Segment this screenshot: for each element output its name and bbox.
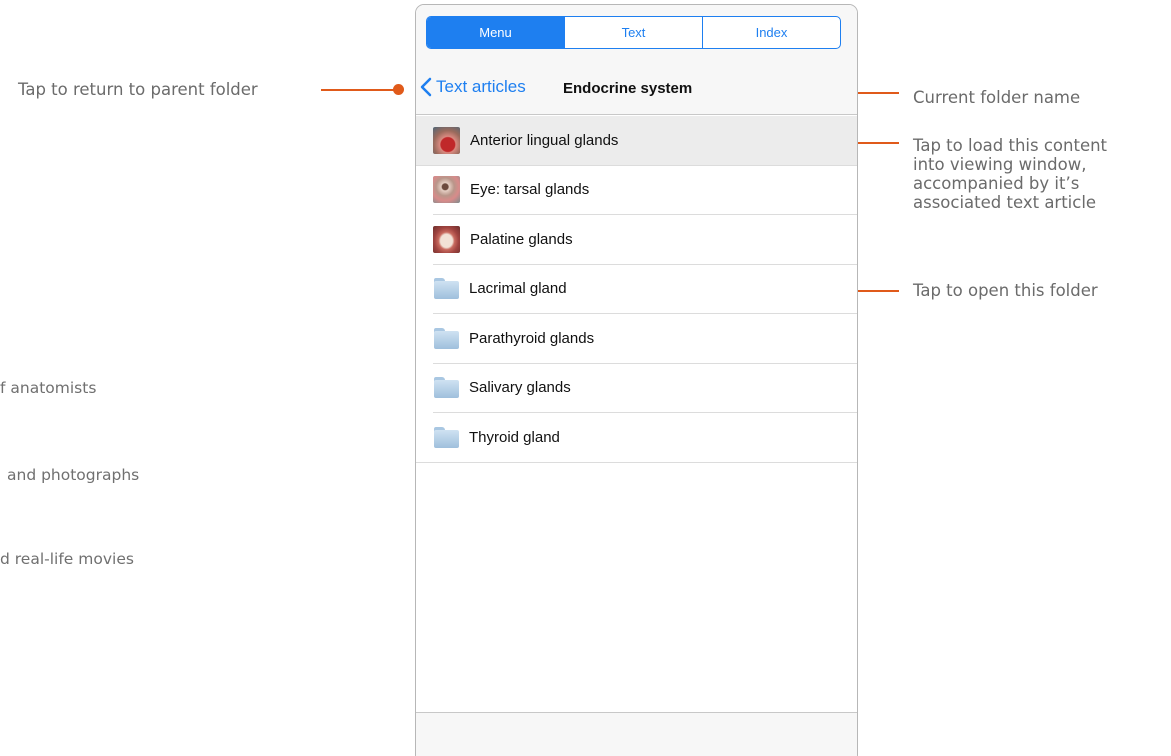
folder-icon — [434, 426, 459, 448]
chevron-left-icon — [420, 77, 432, 97]
list-item-parathyroid-glands[interactable]: Parathyroid glands — [433, 314, 857, 364]
back-button-label: Text articles — [436, 77, 526, 96]
callout-load-content-line-3: accompanied by it’s — [913, 174, 1080, 193]
folder-contents-list: Anterior lingual glands Eye: tarsal glan… — [416, 116, 857, 463]
list-item-lacrimal-gland[interactable]: Lacrimal gland — [433, 265, 857, 314]
callout-parent-folder-dot — [393, 84, 404, 95]
tab-index[interactable]: Index — [702, 17, 840, 48]
current-folder-title: Endocrine system — [563, 80, 693, 97]
folder-icon — [434, 377, 459, 399]
list-item-label: Parathyroid glands — [469, 329, 595, 347]
article-thumbnail-icon — [433, 176, 460, 204]
folder-icon — [434, 327, 459, 349]
list-item-label: Anterior lingual glands — [470, 131, 619, 149]
list-item-eye-tarsal-glands[interactable]: Eye: tarsal glands — [433, 166, 857, 215]
list-item-label: Thyroid gland — [469, 428, 560, 446]
list-item-anterior-lingual-glands[interactable]: Anterior lingual glands — [416, 116, 857, 166]
background-text-2: and photographs — [7, 466, 140, 484]
callout-parent-folder-line — [321, 89, 396, 91]
callout-parent-folder: Tap to return to parent folder — [18, 80, 258, 99]
list-item-thyroid-gland[interactable]: Thyroid gland — [416, 413, 857, 463]
top-bar: Menu Text Index Text articles Endocrine … — [416, 5, 857, 115]
bottom-toolbar — [416, 712, 857, 756]
article-thumbnail-icon — [433, 225, 460, 253]
callout-current-folder: Current folder name — [913, 88, 1081, 107]
background-text-1: f anatomists — [0, 379, 97, 397]
tab-text[interactable]: Text — [564, 17, 702, 48]
tab-menu[interactable]: Menu — [427, 17, 564, 48]
segmented-control: Menu Text Index — [426, 16, 841, 49]
article-thumbnail-icon — [433, 126, 460, 154]
app-panel: Menu Text Index Text articles Endocrine … — [415, 4, 858, 756]
list-item-label: Eye: tarsal glands — [470, 181, 590, 199]
callout-load-content-line-2: into viewing window, — [913, 155, 1087, 174]
list-item-label: Palatine glands — [470, 230, 573, 248]
list-item-label: Lacrimal gland — [469, 280, 567, 298]
list-item-palatine-glands[interactable]: Palatine glands — [433, 215, 857, 265]
list-item-salivary-glands[interactable]: Salivary glands — [433, 364, 857, 413]
navigation-row: Text articles Endocrine system — [416, 63, 857, 115]
list-item-label: Salivary glands — [469, 379, 571, 397]
callout-load-content-line-4: associated text article — [913, 193, 1097, 212]
callout-load-content-line-1: Tap to load this content — [913, 136, 1108, 155]
back-button[interactable]: Text articles — [420, 77, 526, 97]
background-text-3: d real-life movies — [0, 550, 134, 568]
callout-open-folder: Tap to open this folder — [913, 281, 1098, 300]
folder-icon — [434, 278, 459, 300]
